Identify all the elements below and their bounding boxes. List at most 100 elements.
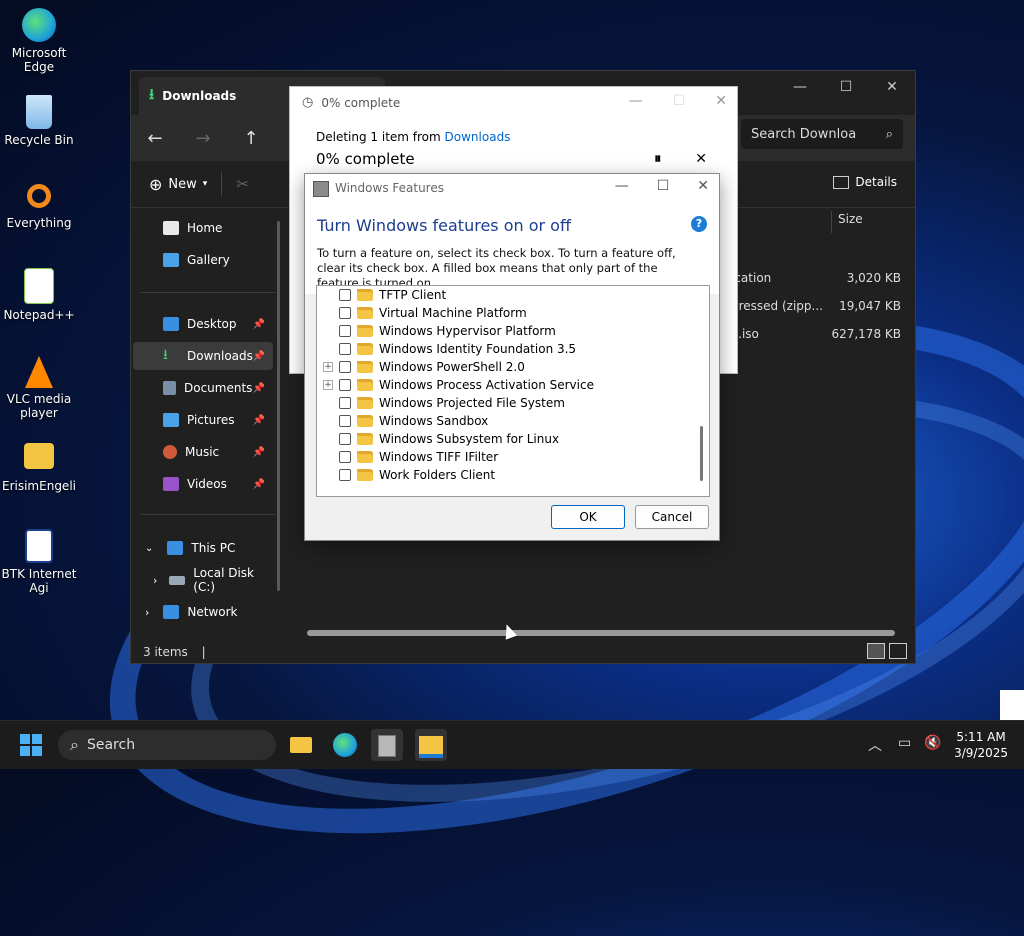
feature-item-powershell-2[interactable]: + Windows PowerShell 2.0 [317,358,697,376]
desktop-icon-recycle-bin[interactable]: Recycle Bin [0,95,78,147]
feature-checkbox[interactable] [339,397,351,409]
minimize-icon[interactable]: — [777,71,823,103]
feature-checkbox[interactable] [339,451,351,463]
file-row[interactable]: o.iso 627,178 KB [731,327,901,347]
feature-item-virtual-machine-platform[interactable]: + Virtual Machine Platform [317,304,697,322]
downloads-link[interactable]: Downloads [445,130,511,144]
feature-checkbox[interactable] [339,343,351,355]
tiles-view-icon[interactable] [889,643,907,659]
folder-icon [357,451,373,463]
maximize-icon[interactable]: ☐ [673,93,686,109]
feature-item-subsystem-linux[interactable]: + Windows Subsystem for Linux [317,430,697,448]
details-view-icon[interactable] [867,643,885,659]
close-icon[interactable]: ✕ [869,71,915,103]
feature-item-sandbox[interactable]: + Windows Sandbox [317,412,697,430]
white-corner-block [1000,690,1024,720]
feature-checkbox[interactable] [339,469,351,481]
taskbar-search-box[interactable]: ⌕ Search [58,730,276,760]
chevron-up-icon[interactable]: ︿ [868,735,882,755]
search-icon: ⌕ [885,126,893,142]
cut-icon[interactable]: ✂ [236,175,249,193]
explorer-search-input[interactable]: Search Downloa ⌕ [741,119,903,149]
sidebar-item-music[interactable]: Music 📌 [133,438,273,466]
speaker-muted-icon[interactable]: 🔇 [924,735,941,751]
features-title: Windows Features [335,181,444,195]
feature-item-tftp-client[interactable]: + TFTP Client [317,286,697,304]
close-icon[interactable]: ✕ [697,178,709,194]
back-arrow-icon[interactable]: ← [131,128,179,149]
details-button[interactable]: Details [833,175,897,189]
taskbar-clock[interactable]: 5:11 AM 3/9/2025 [954,729,1008,761]
features-list-scrollbar[interactable] [700,426,703,481]
feature-checkbox[interactable] [339,325,351,337]
ok-button[interactable]: OK [551,505,625,529]
network-tray-icon[interactable]: ▭ [898,735,911,751]
feature-checkbox[interactable] [339,361,351,373]
minimize-icon[interactable]: — [629,93,643,109]
feature-checkbox[interactable] [339,433,351,445]
file-row[interactable]: ication 3,020 KB [731,271,901,291]
desktop-icon-btk[interactable]: BTK Internet Agi [0,529,78,595]
features-tree-list: + TFTP Client + Virtual Machine Platform… [316,285,710,497]
desktop-icon-everything[interactable]: Everything [0,182,78,230]
sidebar-item-documents[interactable]: Documents 📌 [133,374,273,402]
cancel-x-icon[interactable]: ✕ [695,151,707,167]
feature-item-work-folders[interactable]: + Work Folders Client [317,466,697,484]
feature-checkbox[interactable] [339,307,351,319]
feature-item-projected-file-system[interactable]: + Windows Projected File System [317,394,697,412]
sidebar-item-pictures[interactable]: Pictures 📌 [133,406,273,434]
feature-item-process-activation[interactable]: + Windows Process Activation Service [317,376,697,394]
column-header-size[interactable]: Size [831,211,918,233]
maximize-icon[interactable]: ☐ [657,178,670,194]
expand-icon[interactable]: + [323,380,333,390]
expand-icon[interactable]: + [323,362,333,372]
close-icon[interactable]: ✕ [715,93,727,109]
features-heading: Turn Windows features on or off [317,216,571,235]
file-row[interactable]: pressed (zipp... 19,047 KB [731,299,901,319]
horizontal-scrollbar[interactable] [307,630,895,636]
feature-item-hypervisor-platform[interactable]: + Windows Hypervisor Platform [317,322,697,340]
pause-icon[interactable]: ⏸ [654,151,661,167]
feature-item-tiff-ifilter[interactable]: + Windows TIFF IFilter [317,448,697,466]
desktop-icon-vlc[interactable]: VLC media player [0,356,78,420]
desktop-icon-label: Everything [6,216,72,230]
sidebar-item-desktop[interactable]: Desktop 📌 [133,310,273,338]
navigation-pane: Home Gallery Desktop 📌 ⭳ Downloads 📌 Doc… [131,208,281,628]
explorer-tab-title: Downloads [162,89,237,103]
sidebar-item-videos[interactable]: Videos 📌 [133,470,273,498]
desktop-icon-erisimengeli[interactable]: ErisimEngeli [0,443,78,493]
new-button[interactable]: ⊕ New ▾ [149,175,207,194]
sidebar-item-home[interactable]: Home [133,214,273,242]
sidebar-item-network[interactable]: › Network [133,598,273,626]
taskbar-explorer-active-icon[interactable] [415,729,447,761]
sidebar-item-local-disk[interactable]: › Local Disk (C:) [133,566,279,594]
taskbar-windows-features-icon[interactable] [371,729,403,761]
taskbar-edge-icon[interactable] [329,729,361,761]
sidebar-scrollbar[interactable] [277,221,280,591]
desktop-icon-edge[interactable]: Microsoft Edge [0,8,78,74]
sidebar-item-this-pc[interactable]: ⌄ This PC [133,534,273,562]
feature-checkbox[interactable] [339,379,351,391]
cancel-button[interactable]: Cancel [635,505,709,529]
music-icon [163,445,177,459]
feature-item-identity-foundation[interactable]: + Windows Identity Foundation 3.5 [317,340,697,358]
start-button-windows-icon[interactable] [20,734,42,756]
sidebar-label: Downloads [187,349,253,363]
maximize-icon[interactable]: ☐ [823,71,869,103]
clock-time: 5:11 AM [956,730,1006,744]
pin-icon: 📌 [252,414,265,426]
feature-checkbox[interactable] [339,289,351,301]
forward-arrow-icon[interactable]: → [179,128,227,149]
feature-checkbox[interactable] [339,415,351,427]
sidebar-item-downloads[interactable]: ⭳ Downloads 📌 [133,342,273,370]
sidebar-item-gallery[interactable]: Gallery [133,246,273,274]
status-separator: | [201,645,206,659]
progress-title: 0% complete [321,95,401,110]
taskbar-file-explorer-icon[interactable] [285,729,317,761]
help-icon[interactable]: ? [691,216,707,232]
desktop-icon-notepadpp[interactable]: Notepad++ [0,268,78,322]
minimize-icon[interactable]: — [615,178,629,194]
windows-features-app-icon [313,181,329,197]
desktop-icon-label: BTK Internet Agi [1,567,77,595]
up-arrow-icon[interactable]: ↑ [227,128,275,149]
